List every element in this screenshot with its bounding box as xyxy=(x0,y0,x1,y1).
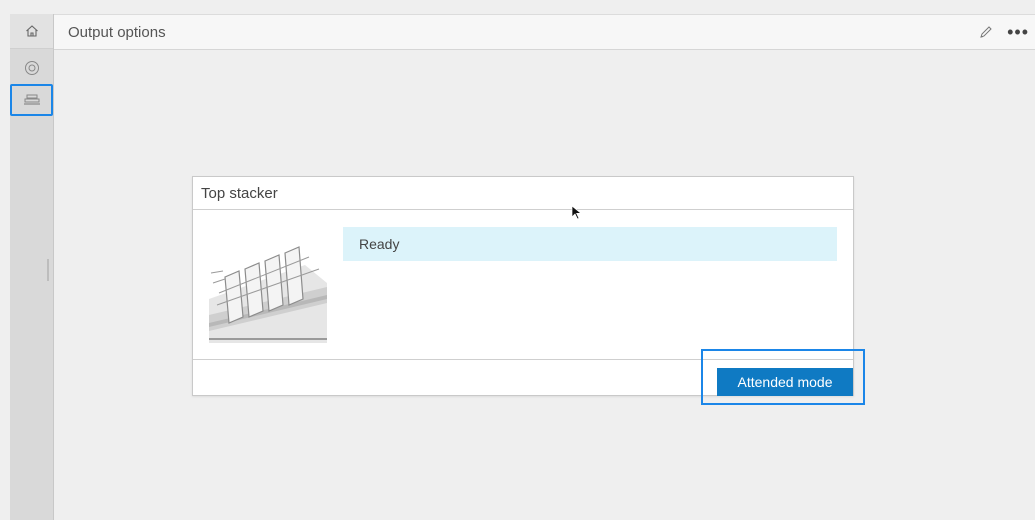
left-sidebar xyxy=(10,14,54,520)
status-banner: Ready xyxy=(343,227,837,261)
top-stacker-card: Top stacker Ready Attended mode xyxy=(192,176,854,396)
status-text: Ready xyxy=(359,236,400,252)
header-actions: ••• xyxy=(979,15,1029,49)
selection-highlight xyxy=(10,84,53,116)
top-stacker-image xyxy=(209,243,327,345)
mouse-cursor-icon xyxy=(571,205,582,220)
page-title: Output options xyxy=(68,23,166,41)
card-title-row: Top stacker xyxy=(193,177,853,210)
card-footer: Attended mode xyxy=(193,359,853,396)
card-title: Top stacker xyxy=(201,184,278,202)
more-options-icon[interactable]: ••• xyxy=(1007,23,1029,41)
home-button[interactable] xyxy=(10,14,53,49)
attended-mode-button[interactable]: Attended mode xyxy=(717,368,853,396)
edit-pen-icon[interactable] xyxy=(979,25,993,39)
home-icon xyxy=(25,25,38,37)
output-options-button[interactable] xyxy=(10,84,53,116)
settings-button[interactable] xyxy=(10,54,53,82)
settings-icon xyxy=(24,61,39,75)
sidebar-resize-handle[interactable] xyxy=(47,259,49,281)
header-bar: Output options ••• xyxy=(54,14,1035,50)
